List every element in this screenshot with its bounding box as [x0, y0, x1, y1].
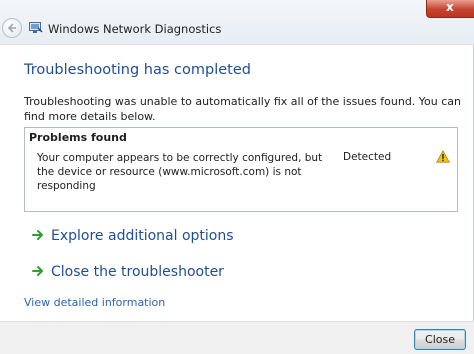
problems-header: Problems found — [29, 131, 127, 144]
close-button[interactable]: Close — [414, 329, 466, 350]
close-troubleshooter-label: Close the troubleshooter — [51, 264, 224, 280]
problem-status: Detected — [343, 151, 392, 163]
page-title: Troubleshooting has completed — [24, 62, 251, 78]
window-close-button[interactable]: x — [426, 0, 474, 18]
back-arrow-icon — [7, 23, 16, 33]
problem-description: Your computer appears to be correctly co… — [37, 152, 323, 192]
green-arrow-icon — [32, 266, 43, 276]
green-arrow-icon — [32, 230, 43, 240]
status-message: Troubleshooting was unable to automatica… — [24, 95, 462, 123]
view-detailed-information-link[interactable]: View detailed information — [24, 296, 165, 309]
close-icon: x — [446, 0, 454, 14]
troubleshooter-window: Windows Network Diagnostics x Troublesho… — [0, 0, 474, 354]
explore-options-link[interactable]: Explore additional options — [32, 228, 234, 244]
explore-options-label: Explore additional options — [51, 228, 234, 244]
close-troubleshooter-link[interactable]: Close the troubleshooter — [32, 264, 224, 280]
network-diagnostics-icon — [29, 22, 43, 33]
back-button[interactable] — [2, 18, 22, 38]
footer-bar: Close — [0, 321, 474, 354]
title-bar: Windows Network Diagnostics x — [0, 0, 474, 45]
window-title: Windows Network Diagnostics — [48, 22, 222, 36]
warning-icon — [436, 150, 450, 163]
problems-panel: Problems found Your computer appears to … — [24, 127, 458, 212]
